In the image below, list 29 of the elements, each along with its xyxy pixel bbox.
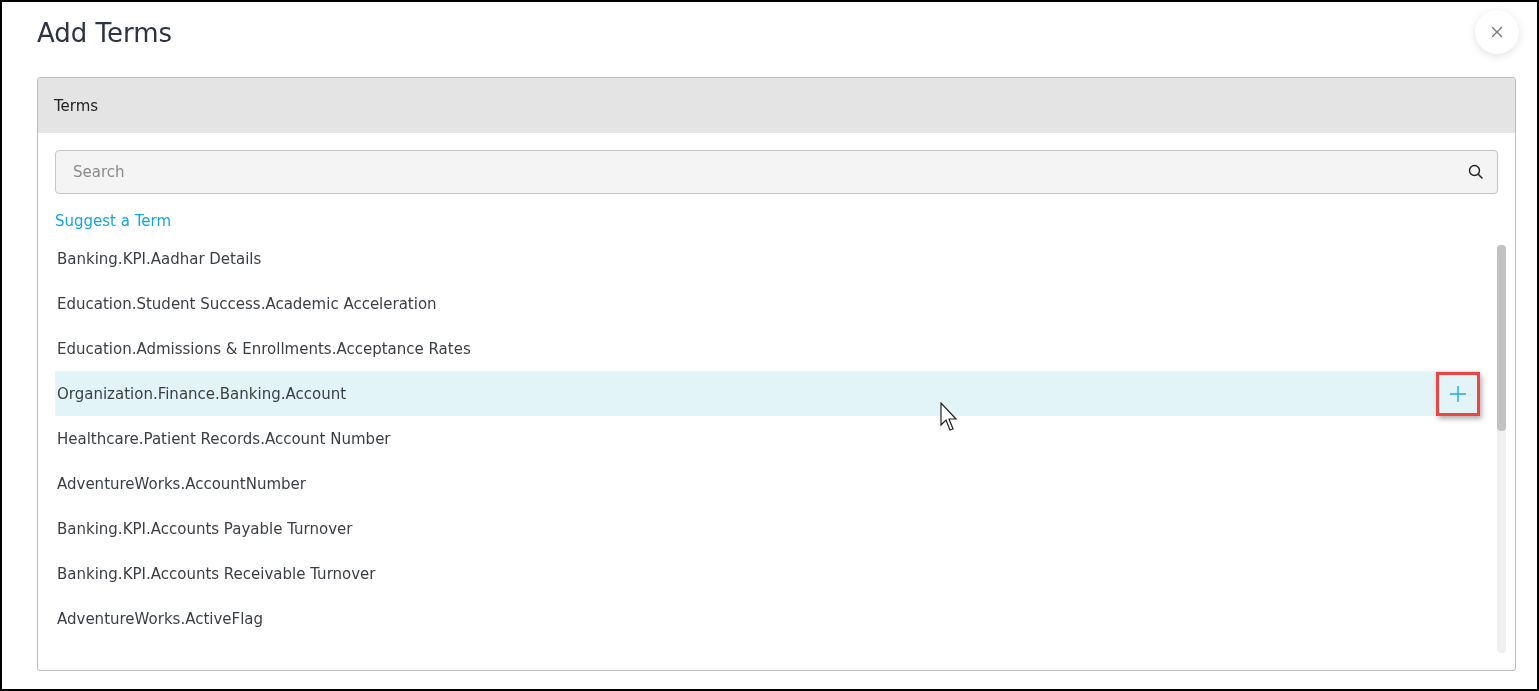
plus-icon xyxy=(1450,385,1466,402)
cursor-icon xyxy=(940,402,960,432)
close-icon xyxy=(1491,26,1503,38)
scrollbar[interactable] xyxy=(1497,245,1506,653)
term-label: Banking.KPI.Accounts Receivable Turnover xyxy=(57,564,376,583)
term-label: AdventureWorks.AccountNumber xyxy=(57,474,306,493)
term-row[interactable]: Banking.KPI.Accounts Payable Turnover xyxy=(55,506,1480,551)
term-row[interactable]: Education.Student Success.Academic Acceleration xyxy=(55,281,1480,326)
term-row[interactable]: AdventureWorks.ActiveFlag xyxy=(55,596,1480,641)
close-button[interactable] xyxy=(1475,10,1519,54)
term-label: Organization.Finance.Banking.Account xyxy=(57,384,347,403)
term-label: Healthcare.Patient Records.Account Number xyxy=(57,429,391,448)
dialog-title: Add Terms xyxy=(37,17,173,50)
term-row[interactable]: Healthcare.Patient Records.Account Number xyxy=(55,416,1480,461)
term-row[interactable]: Education.Admissions & Enrollments.Acceptance Rates xyxy=(55,326,1480,371)
term-label: Education.Admissions & Enrollments.Acceptance Rates xyxy=(57,339,471,358)
search-field[interactable]: Search xyxy=(55,150,1498,194)
term-label: AdventureWorks.ActiveFlag xyxy=(57,609,264,628)
term-row[interactable]: Organization.Finance.Banking.Account xyxy=(55,371,1480,416)
term-row[interactable]: Banking.KPI.Accounts Receivable Turnover xyxy=(55,551,1480,596)
panel-header: Terms xyxy=(38,78,1515,133)
term-row[interactable]: Banking.KPI.Aadhar Details xyxy=(55,236,1480,281)
term-label: Banking.KPI.Accounts Payable Turnover xyxy=(57,519,353,538)
scrollbar-thumb[interactable] xyxy=(1497,245,1506,431)
term-label: Banking.KPI.Aadhar Details xyxy=(57,249,262,268)
search-icon xyxy=(1468,164,1484,180)
add-button[interactable] xyxy=(1436,371,1480,416)
term-row[interactable]: AdventureWorks.AccountNumber xyxy=(55,461,1480,506)
term-label: Education.Student Success.Academic Acceleration xyxy=(57,294,437,313)
